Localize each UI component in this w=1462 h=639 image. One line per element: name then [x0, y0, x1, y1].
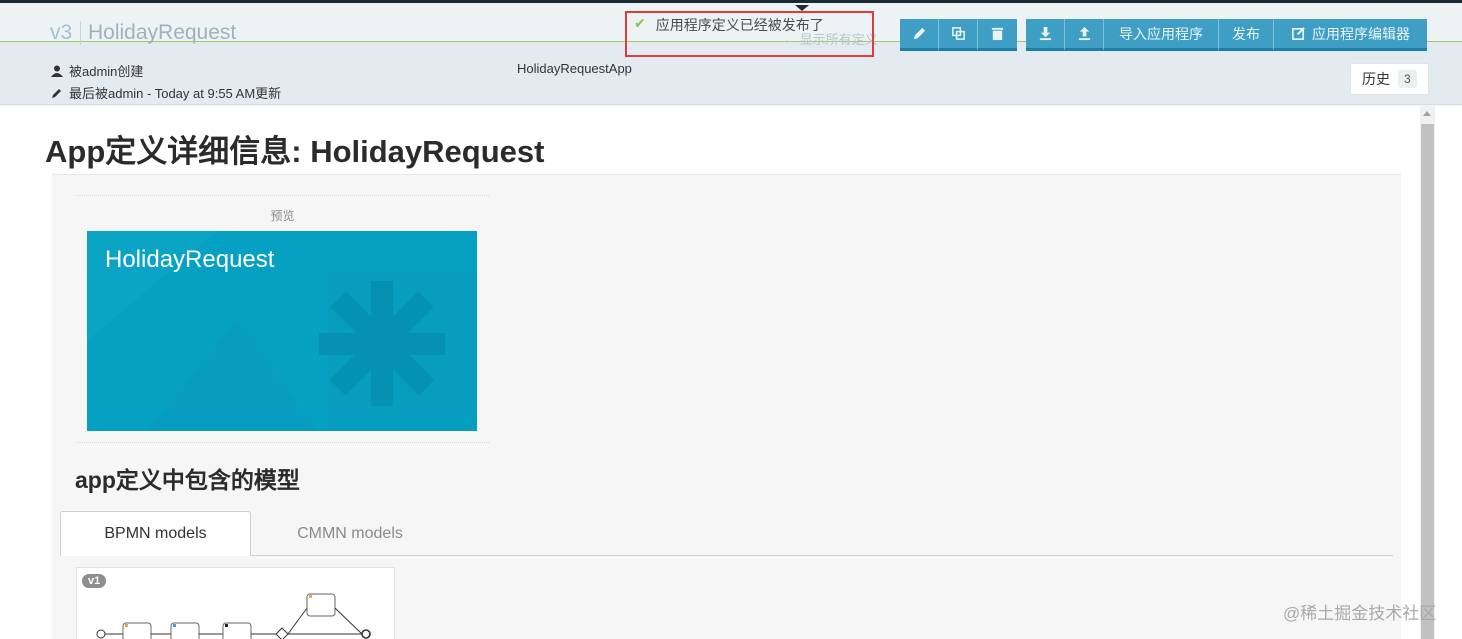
history-label: 历史 [1362, 71, 1390, 87]
toolbar-app-group: 导入应用程序 发布 应用程序编辑器 [1026, 19, 1427, 51]
check-icon: ✔ [634, 15, 646, 31]
edit-box-icon [1291, 26, 1306, 41]
export-button[interactable] [1026, 19, 1065, 51]
copy-icon [951, 27, 965, 40]
model-tabs: BPMN models CMMN models [60, 511, 1393, 556]
duplicate-button[interactable] [939, 19, 978, 51]
page-title: App定义详细信息: HolidayRequest [45, 134, 545, 169]
bpmn-diagram-thumbnail [96, 593, 371, 639]
pencil-small-icon [52, 88, 61, 98]
app-editor-label: 应用程序编辑器 [1312, 25, 1410, 42]
history-button[interactable]: 历史 3 [1350, 63, 1429, 95]
right-margin [1435, 106, 1462, 639]
modified-by-row: 最后被admin - Today at 9:55 AM更新 [51, 83, 281, 102]
preview-label: 预览 [270, 209, 295, 223]
notification-message: 应用程序定义已经被发布了 [655, 17, 824, 33]
delete-button[interactable] [978, 19, 1017, 51]
watermark: @稀土掘金技术社区 [1283, 604, 1437, 623]
toolbar-edit-group [900, 19, 1017, 51]
import-app-button[interactable]: 导入应用程序 [1104, 19, 1219, 51]
created-by-row: 被admin创建 [51, 61, 143, 80]
model-thumbnail-card[interactable]: v1 [76, 567, 395, 639]
upload-icon [1078, 26, 1090, 41]
app-name: HolidayRequest [88, 21, 237, 44]
scroll-up-arrow[interactable] [1423, 111, 1431, 116]
download-icon [1039, 26, 1051, 41]
main-content: App定义详细信息: HolidayRequest 预览 HolidayRequ… [0, 106, 1420, 639]
preview-section: 预览 HolidayRequest [76, 195, 489, 443]
app-tile: HolidayRequest [87, 231, 477, 431]
tile-title: HolidayRequest [105, 246, 275, 273]
publish-notification: ✔ 应用程序定义已经被发布了 [625, 11, 874, 57]
app-key: HolidayRequestApp [517, 61, 632, 76]
pencil-icon [913, 27, 925, 40]
vertical-scrollbar[interactable] [1420, 106, 1435, 639]
publish-button[interactable]: 发布 [1219, 19, 1274, 51]
deploy-button[interactable] [1065, 19, 1104, 51]
created-by-text: 被admin创建 [69, 64, 144, 79]
tab-cmmn-models[interactable]: CMMN models [255, 511, 445, 556]
scroll-thumb[interactable] [1421, 124, 1434, 639]
modified-by-text: 最后被admin - Today at 9:55 AM更新 [69, 86, 282, 101]
edit-button[interactable] [900, 19, 939, 51]
tab-bpmn-models[interactable]: BPMN models [60, 511, 251, 556]
app-header: v3 HolidayRequest ← 显示所有定义 导入应用程序 发布 应用程… [0, 3, 1462, 105]
trash-icon [991, 27, 1004, 41]
models-heading: app定义中包含的模型 [75, 467, 300, 493]
version-label: v3 [50, 21, 73, 44]
title-divider [80, 21, 81, 45]
details-panel: 预览 HolidayRequest app定义中包含的模型 BPMN model… [52, 174, 1401, 639]
user-icon [51, 65, 63, 77]
history-count-badge: 3 [1398, 70, 1417, 88]
app-editor-button[interactable]: 应用程序编辑器 [1274, 19, 1427, 51]
